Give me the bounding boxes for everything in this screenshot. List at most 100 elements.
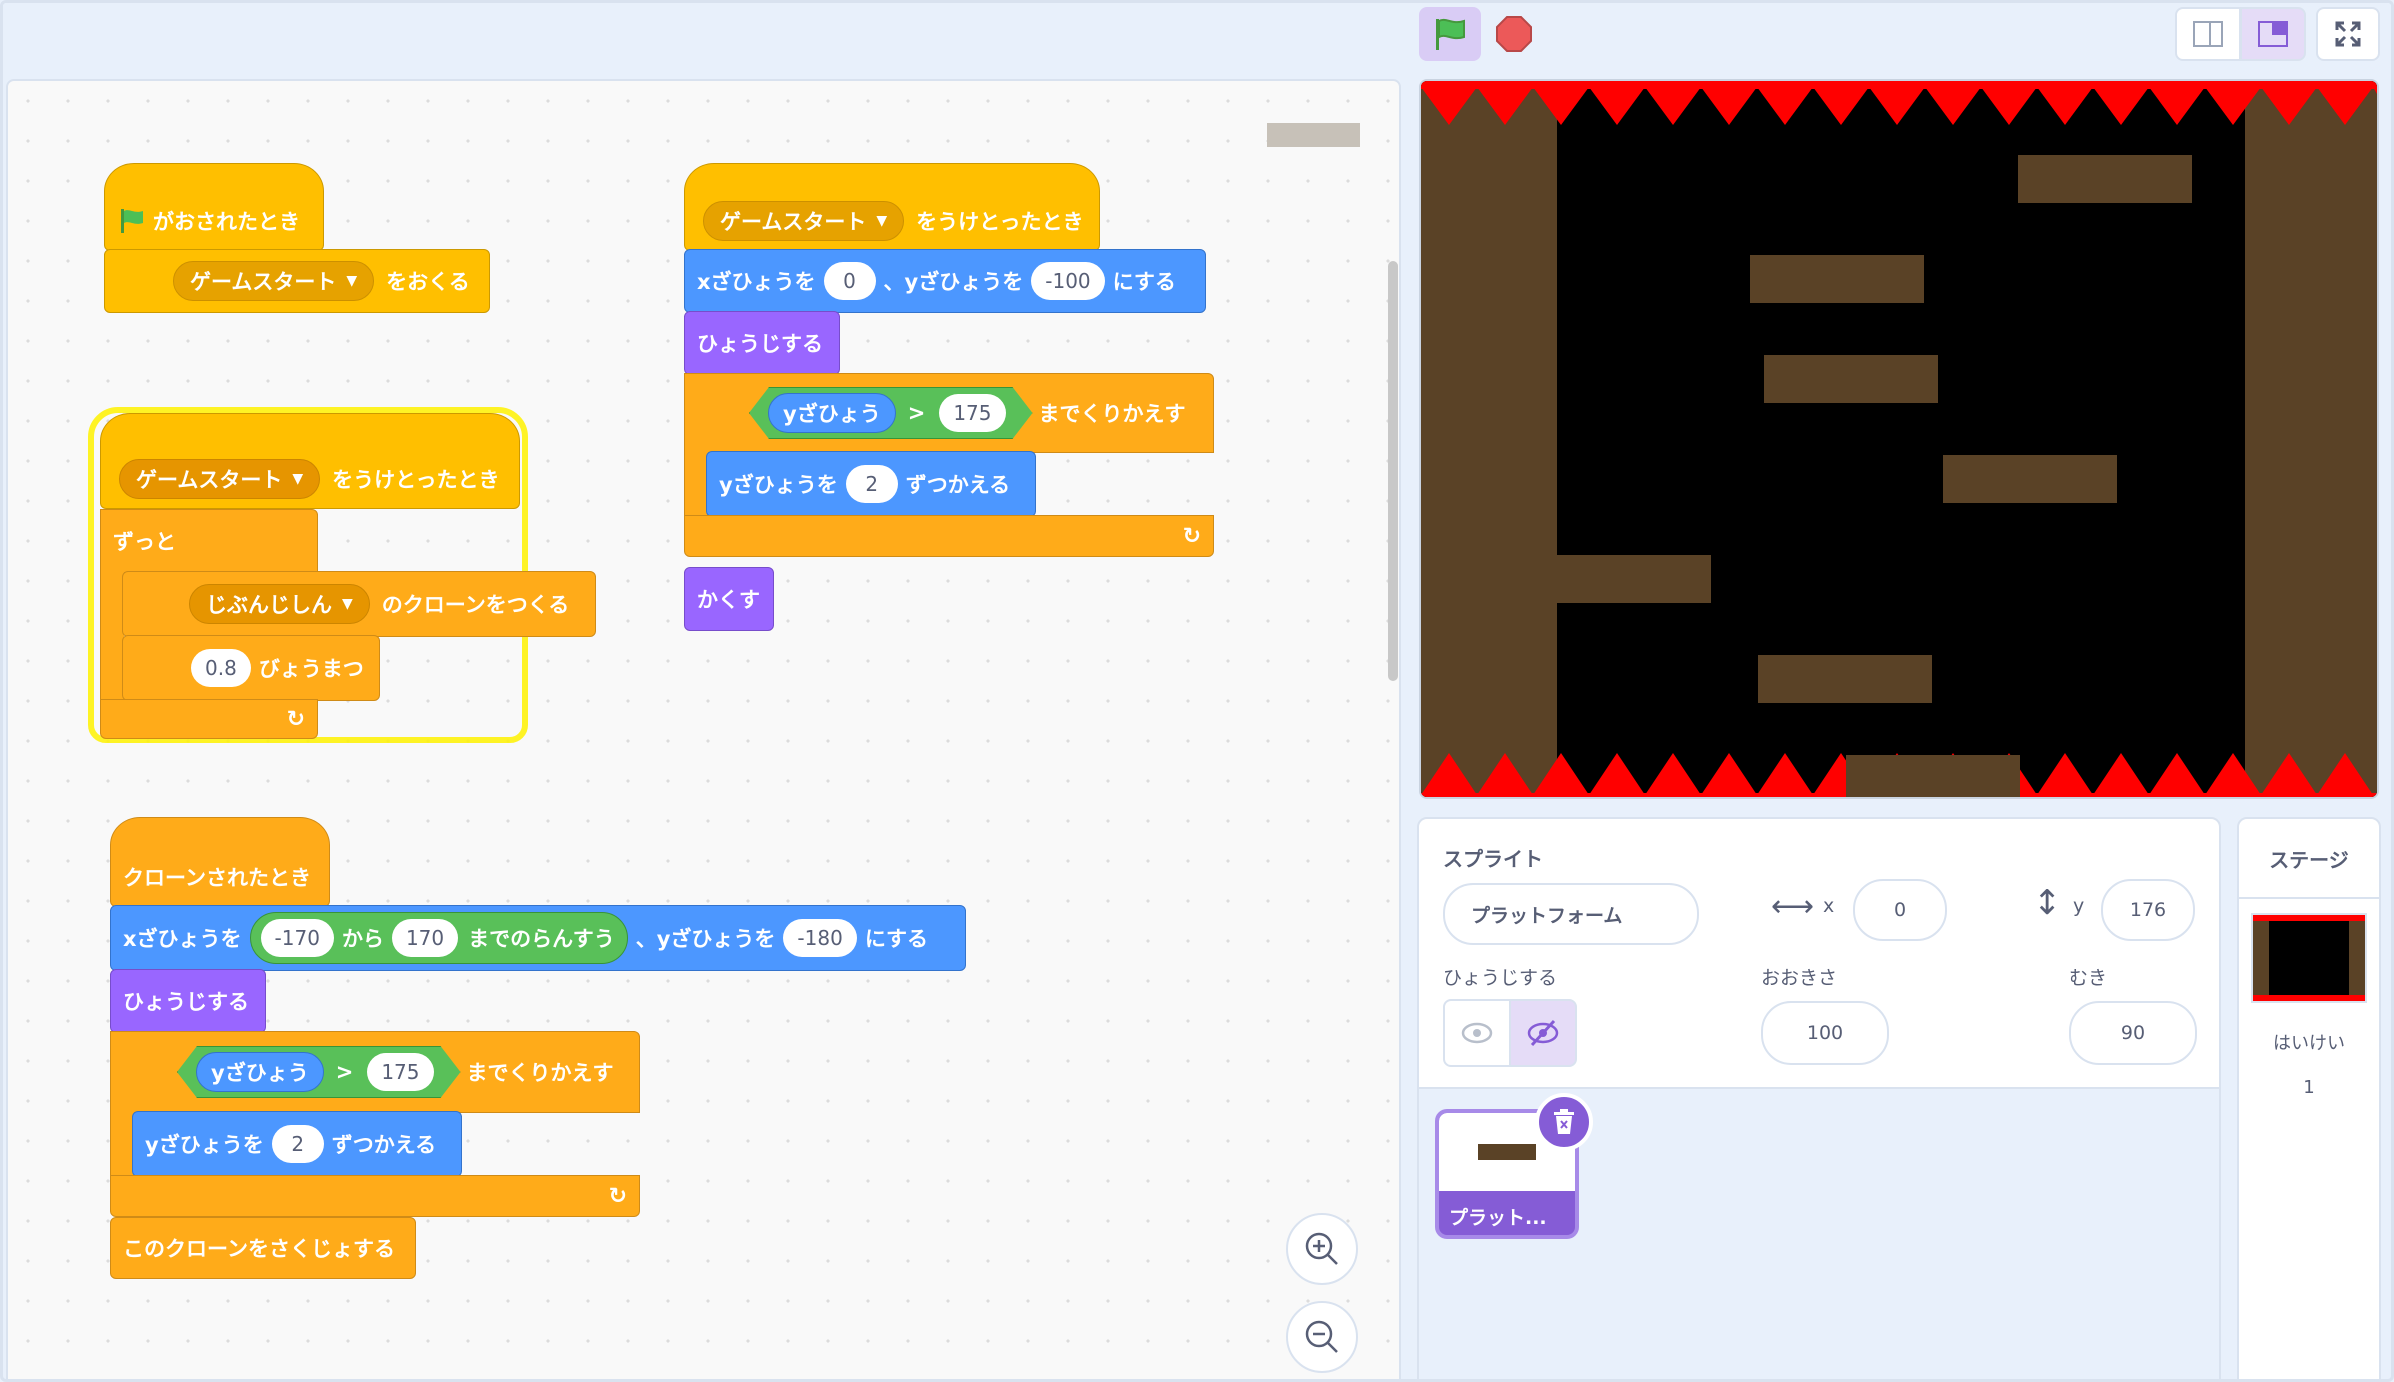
backdrop-count: 1 (2303, 1077, 2315, 1098)
show-hidden-button[interactable] (1509, 999, 1577, 1067)
forever-block[interactable]: ずっと (100, 509, 318, 573)
forever-bottom: ↻ (100, 699, 318, 739)
show-block[interactable]: ひょうじする (110, 969, 266, 1033)
clone-target-dropdown[interactable]: じぶんじしん ▼ (189, 584, 370, 624)
zoom-in-icon (1305, 1232, 1338, 1265)
wait-label: びょうまつ (258, 657, 364, 681)
random-label: までのらんすう (468, 927, 615, 951)
repeat-until-block[interactable]: yざひょう > 175 までくりかえす (110, 1031, 640, 1113)
workspace-scrollbar-h[interactable] (1267, 123, 1360, 147)
receive-label: をうけとったとき (332, 468, 500, 492)
sprite-info-panel: スプライト プラットフォーム ⟷ x 0 ↕ y 176 ひょうじする おおきさ… (1417, 817, 2221, 1089)
platform-thumbnail (1478, 1144, 1536, 1160)
wait-block[interactable]: 0.8 びょうまつ (122, 635, 380, 701)
y-label: y (2073, 895, 2085, 917)
eye-icon (1461, 1022, 1493, 1044)
delete-clone-block[interactable]: このクローンをさくじょする (110, 1217, 416, 1279)
y-input[interactable]: -180 (783, 919, 857, 957)
hat-label: がおされたとき (153, 210, 300, 234)
loop-arrow-icon: ↻ (1182, 523, 1201, 549)
random-from-input[interactable]: -170 (260, 919, 334, 957)
stage-canvas[interactable] (1419, 79, 2379, 799)
goto-y-label: 、yざひょうを (635, 927, 776, 951)
y-position-reporter[interactable]: yざひょう (196, 1052, 324, 1092)
compare-input[interactable]: 175 (939, 394, 1005, 432)
stage-title-bar: ステージ (2239, 819, 2379, 899)
scratch-editor: がおされたとき ゲームスタート ▼ をおくる ゲームスタート ▼ をうけとったとき … (0, 0, 2394, 1382)
green-flag-icon (1436, 18, 1465, 50)
change-y-label: yざひょうを (145, 1133, 264, 1157)
broadcast-label: をおくる (386, 270, 470, 294)
fullscreen-button[interactable] (2316, 7, 2380, 61)
message-dropdown[interactable]: ゲームスタート ▼ (703, 201, 905, 241)
random-to-input[interactable]: 170 (391, 919, 459, 957)
y-position-input[interactable]: 176 (2101, 879, 2195, 941)
zoom-out-button[interactable] (1286, 1301, 1358, 1373)
sprite-list: プラット... (1417, 1089, 2221, 1379)
delete-clone-label: このクローンをさくじょする (123, 1237, 395, 1261)
hide-block[interactable]: かくす (684, 567, 774, 631)
chevron-down-icon: ▼ (292, 471, 304, 487)
repeat-bottom: ↻ (684, 515, 1214, 557)
change-by-label: ずつかえる (905, 473, 1011, 497)
goto-end-label: にする (864, 927, 929, 951)
large-stage-button[interactable] (2240, 7, 2306, 61)
change-amount-input[interactable]: 2 (845, 465, 898, 503)
pick-random-operator[interactable]: -170 から 170 までのらんすう (249, 912, 628, 964)
change-y-block[interactable]: yざひょうを 2 ずつかえる (706, 451, 1036, 517)
green-flag-button[interactable] (1419, 7, 1481, 61)
wait-seconds-input[interactable]: 0.8 (191, 649, 251, 687)
fullscreen-icon (2335, 21, 2361, 47)
show-visible-button[interactable] (1443, 999, 1511, 1067)
when-receive-block[interactable]: ゲームスタート ▼ をうけとったとき (100, 413, 520, 509)
backdrop-label: はいけい (2273, 1033, 2345, 1054)
code-workspace[interactable]: がおされたとき ゲームスタート ▼ をおくる ゲームスタート ▼ をうけとったとき … (6, 79, 1401, 1379)
sprite-name-input[interactable]: プラットフォーム (1443, 883, 1699, 945)
y-position-reporter[interactable]: yざひょう (768, 393, 896, 433)
stage-selector[interactable]: ステージ はいけい 1 (2237, 817, 2381, 1379)
greater-than-operator[interactable]: yざひょう > 175 (749, 387, 1033, 439)
forever-label: ずっと (113, 530, 176, 554)
change-by-label: ずつかえる (331, 1133, 437, 1157)
show-label: ひょうじする (1443, 967, 1558, 989)
goto-xy-block[interactable]: xざひょうを -170 から 170 までのらんすう 、yざひょうを -180 … (110, 905, 966, 971)
compare-input[interactable]: 175 (367, 1053, 433, 1091)
direction-label: むき (2069, 967, 2108, 989)
direction-input[interactable]: 90 (2069, 1001, 2197, 1065)
when-flag-clicked-block[interactable]: がおされたとき (104, 163, 324, 251)
small-stage-button[interactable] (2175, 7, 2241, 61)
gt-symbol: > (335, 1060, 354, 1084)
hide-label: かくす (697, 588, 760, 612)
message-dropdown[interactable]: ゲームスタート ▼ (119, 459, 321, 499)
workspace-scrollbar-v[interactable] (1388, 261, 1398, 681)
backdrop-thumbnail[interactable] (2251, 913, 2367, 1003)
greater-than-operator[interactable]: yざひょう > 175 (177, 1046, 461, 1098)
message-dropdown[interactable]: ゲームスタート ▼ (173, 261, 375, 301)
delete-sprite-button[interactable] (1535, 1093, 1593, 1151)
when-receive-block[interactable]: ゲームスタート ▼ をうけとったとき (684, 163, 1100, 251)
random-from-label: から (341, 927, 384, 951)
large-stage-icon (2258, 21, 2288, 47)
broadcast-block[interactable]: ゲームスタート ▼ をおくる (104, 249, 490, 313)
x-position-input[interactable]: 0 (1853, 879, 1947, 941)
when-clone-starts-block[interactable]: クローンされたとき (110, 817, 330, 907)
goto-xy-block[interactable]: xざひょうを 0 、yざひょうを -100 にする (684, 249, 1206, 313)
chevron-down-icon: ▼ (342, 596, 353, 612)
change-amount-input[interactable]: 2 (271, 1125, 324, 1163)
sprite-tile-label: プラット... (1449, 1207, 1547, 1229)
zoom-in-button[interactable] (1286, 1213, 1358, 1285)
clone-hat-label: クローンされたとき (123, 866, 311, 890)
stop-button[interactable] (1487, 7, 1541, 61)
show-label: ひょうじする (123, 990, 249, 1014)
y-input[interactable]: -100 (1031, 262, 1105, 300)
chevron-down-icon: ▼ (876, 213, 888, 229)
repeat-bottom: ↻ (110, 1175, 640, 1217)
backdrop-thumb-spikes-bottom (2253, 995, 2365, 1001)
size-input[interactable]: 100 (1761, 1001, 1889, 1065)
show-block[interactable]: ひょうじする (684, 311, 840, 375)
repeat-until-block[interactable]: yざひょう > 175 までくりかえす (684, 373, 1214, 453)
change-y-block[interactable]: yざひょうを 2 ずつかえる (132, 1111, 462, 1177)
create-clone-block[interactable]: じぶんじしん ▼ のクローンをつくる (122, 571, 596, 637)
zoom-out-icon (1305, 1320, 1338, 1353)
x-input[interactable]: 0 (823, 262, 876, 300)
